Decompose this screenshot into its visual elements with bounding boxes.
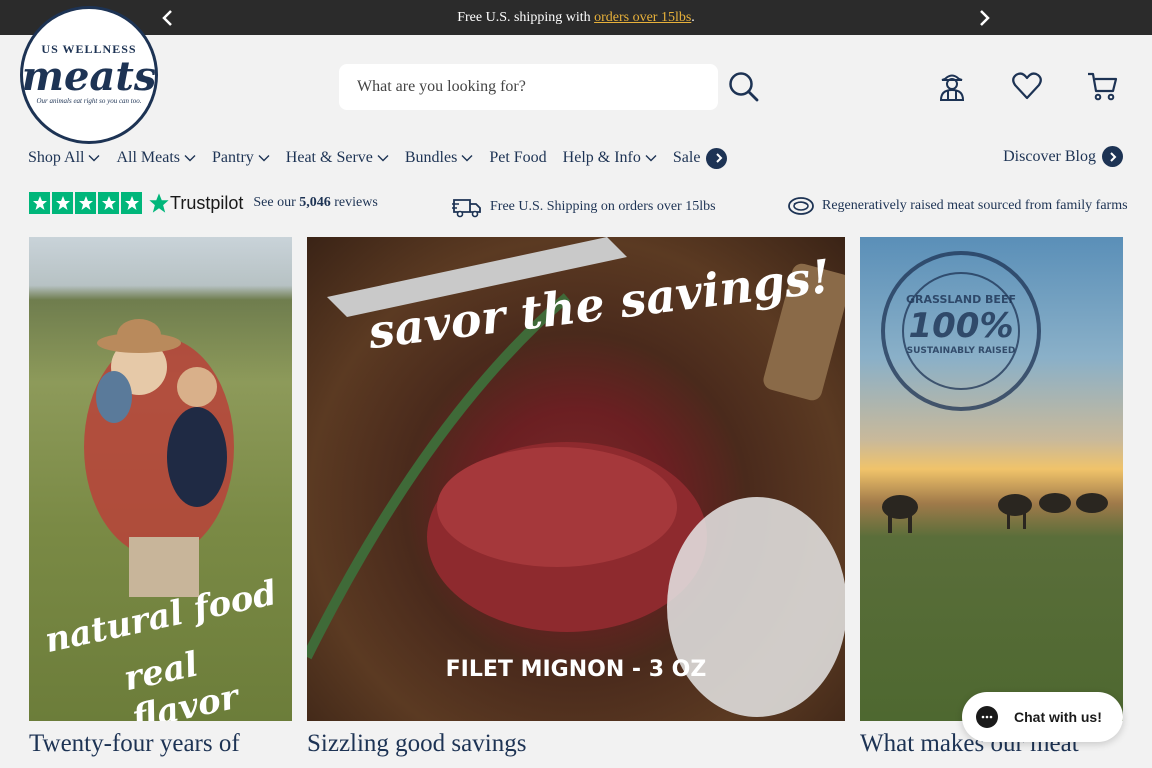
arrow-right-icon bbox=[1102, 146, 1123, 167]
promo-card-savings[interactable]: savor the savings! FILET MIGNON - 3 OZ S… bbox=[307, 237, 845, 759]
site-logo[interactable]: US WELLNESS meats Our animals eat right … bbox=[20, 6, 158, 144]
review-count-text: See our 5,046 reviews bbox=[253, 195, 378, 210]
nav-item-shop-all[interactable]: Shop All bbox=[28, 149, 100, 167]
nav-item-help-info[interactable]: Help & Info bbox=[563, 149, 657, 167]
chevron-right-icon bbox=[980, 10, 990, 26]
nav-item-label: All Meats bbox=[116, 149, 181, 166]
prev-announcement-button[interactable] bbox=[157, 8, 177, 28]
nav-item-all-meats[interactable]: All Meats bbox=[116, 149, 196, 167]
trustpilot-widget[interactable]: Trustpilot See our 5,046 reviews bbox=[29, 192, 378, 214]
grassland-badge: GRASSLAND BEEF 100% SUSTAINABLY RAISED bbox=[883, 293, 1039, 356]
star-icon bbox=[75, 192, 96, 214]
chevron-down-icon bbox=[461, 155, 473, 162]
grassland-cattle-image: GRASSLAND BEEF 100% SUSTAINABLY RAISED bbox=[860, 237, 1123, 721]
chat-bubble-icon bbox=[976, 706, 998, 728]
discover-blog-label: Discover Blog bbox=[1003, 147, 1096, 165]
nav-item-pantry[interactable]: Pantry bbox=[212, 149, 270, 167]
shipping-info: Free U.S. Shipping on orders over 15lbs bbox=[452, 196, 716, 218]
wishlist-button[interactable] bbox=[1011, 70, 1043, 102]
nav-item-label: Pantry bbox=[212, 149, 254, 166]
badge-top-text: GRASSLAND BEEF bbox=[906, 293, 1016, 306]
star-icon bbox=[98, 192, 119, 214]
search-button[interactable] bbox=[727, 70, 761, 104]
announcement-bar: Free U.S. shipping with orders over 15lb… bbox=[0, 0, 1152, 35]
arrow-right-icon bbox=[706, 147, 728, 169]
nav-item-bundles[interactable]: Bundles bbox=[405, 149, 473, 167]
card-title-savings[interactable]: Sizzling good savings bbox=[307, 729, 845, 759]
star-icon bbox=[121, 192, 142, 214]
trustpilot-logo: Trustpilot bbox=[148, 192, 243, 214]
shipping-link[interactable]: orders over 15lbs bbox=[594, 10, 691, 25]
meat-steak-icon bbox=[788, 197, 814, 215]
logo-main-text: meats bbox=[21, 52, 157, 100]
star-icon bbox=[29, 192, 50, 214]
filet-mignon-label: FILET MIGNON - 3 OZ bbox=[445, 657, 707, 682]
star-icon bbox=[52, 192, 73, 214]
trustpilot-star-icon bbox=[149, 193, 169, 213]
sourcing-info-text: Regeneratively raised meat sourced from … bbox=[822, 198, 1128, 213]
badge-bottom-text: SUSTAINABLY RAISED bbox=[906, 346, 1016, 356]
cart-icon bbox=[1088, 72, 1118, 101]
heart-icon bbox=[1012, 72, 1042, 100]
search-icon bbox=[729, 72, 759, 102]
farmer-account-icon bbox=[939, 74, 965, 101]
chevron-down-icon bbox=[377, 155, 389, 162]
promo-card-history[interactable]: natural food real flavor Twenty-four yea… bbox=[29, 237, 292, 759]
chevron-down-icon bbox=[184, 155, 196, 162]
nav-item-label: Heat & Serve bbox=[285, 149, 373, 166]
chevron-left-icon bbox=[162, 10, 172, 26]
sourcing-info: Regeneratively raised meat sourced from … bbox=[788, 196, 1128, 216]
nav-item-heat-serve[interactable]: Heat & Serve bbox=[286, 149, 389, 167]
trustpilot-brand: Trustpilot bbox=[170, 192, 244, 213]
nav-item-sale[interactable]: Sale bbox=[672, 147, 728, 169]
nav-item-label: Help & Info bbox=[562, 149, 641, 166]
announcement-text: Free U.S. shipping with orders over 15lb… bbox=[457, 9, 695, 25]
truck-icon bbox=[452, 199, 481, 218]
trustpilot-stars bbox=[29, 192, 144, 214]
card-title-history[interactable]: Twenty-four years of bbox=[29, 729, 292, 759]
nav-item-label: Shop All bbox=[28, 149, 85, 166]
main-nav: Shop All All Meats Pantry Heat & Serve Bundl… bbox=[28, 146, 743, 170]
account-button[interactable] bbox=[936, 70, 968, 102]
nav-item-pet-food[interactable]: Pet Food bbox=[489, 149, 546, 167]
next-announcement-button[interactable] bbox=[975, 8, 995, 28]
logo-tagline: Our animals eat right so you can too. bbox=[36, 96, 142, 105]
nav-item-label: Pet Food bbox=[489, 149, 547, 166]
filet-mignon-image: savor the savings! FILET MIGNON - 3 OZ bbox=[307, 237, 845, 721]
chevron-down-icon bbox=[645, 155, 657, 162]
discover-blog-link[interactable]: Discover Blog bbox=[1003, 146, 1123, 167]
shipping-info-text: Free U.S. Shipping on orders over 15lbs bbox=[490, 199, 716, 214]
badge-percent: 100% bbox=[908, 306, 1014, 346]
family-farm-image: natural food real flavor bbox=[29, 237, 292, 721]
chat-label: Chat with us! bbox=[1014, 709, 1102, 725]
promo-card-quality[interactable]: GRASSLAND BEEF 100% SUSTAINABLY RAISED W… bbox=[860, 237, 1123, 759]
nav-item-label: Bundles bbox=[404, 149, 458, 166]
chevron-down-icon bbox=[258, 155, 270, 162]
chat-button[interactable]: Chat with us! bbox=[962, 692, 1123, 742]
nav-item-label: Sale bbox=[672, 149, 701, 166]
search-input[interactable] bbox=[339, 64, 718, 110]
chevron-down-icon bbox=[88, 155, 100, 162]
cart-button[interactable] bbox=[1086, 70, 1118, 102]
